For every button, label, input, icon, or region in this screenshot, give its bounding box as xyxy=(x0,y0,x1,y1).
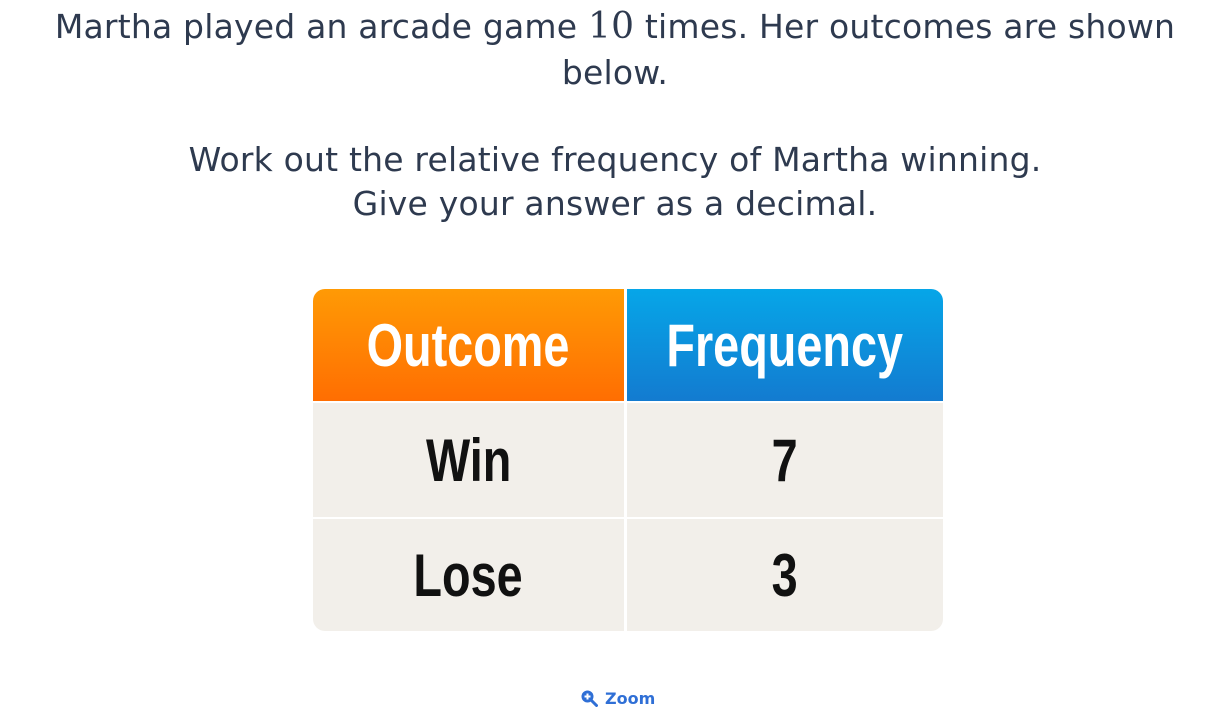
frequency-table: Outcome Frequency Win 7 Lose 3 xyxy=(313,289,943,631)
question-text: Martha played an arcade game 10 times. H… xyxy=(40,4,1190,96)
outcome-label: Win xyxy=(425,426,512,494)
question-task: Work out the relative frequency of Marth… xyxy=(188,140,1042,179)
outcome-header: Outcome xyxy=(313,289,624,401)
frequency-header: Frequency xyxy=(627,289,943,401)
answer-format-instruction: Give your answer as a decimal. xyxy=(352,184,878,223)
frequency-cell-win: 7 xyxy=(627,403,943,517)
zoom-button[interactable]: Zoom xyxy=(580,686,655,710)
zoom-label: Zoom xyxy=(605,688,656,708)
frequency-header-label: Frequency xyxy=(666,311,904,379)
zoom-in-magnifier-icon xyxy=(581,690,598,707)
question-intro: Martha played an arcade game xyxy=(54,7,588,46)
outcome-cell-lose: Lose xyxy=(313,519,624,631)
outcome-label: Lose xyxy=(413,541,524,609)
frequency-cell-lose: 3 xyxy=(627,519,943,631)
question-instructions: Work out the relative frequency of Marth… xyxy=(40,138,1190,226)
outcome-header-label: Outcome xyxy=(367,311,570,379)
game-count: 10 xyxy=(587,6,635,47)
question-intro-end: times. Her outcomes are shown below. xyxy=(561,7,1176,92)
frequency-value: 7 xyxy=(771,426,799,494)
outcome-cell-win: Win xyxy=(313,403,624,517)
frequency-value: 3 xyxy=(771,541,799,609)
